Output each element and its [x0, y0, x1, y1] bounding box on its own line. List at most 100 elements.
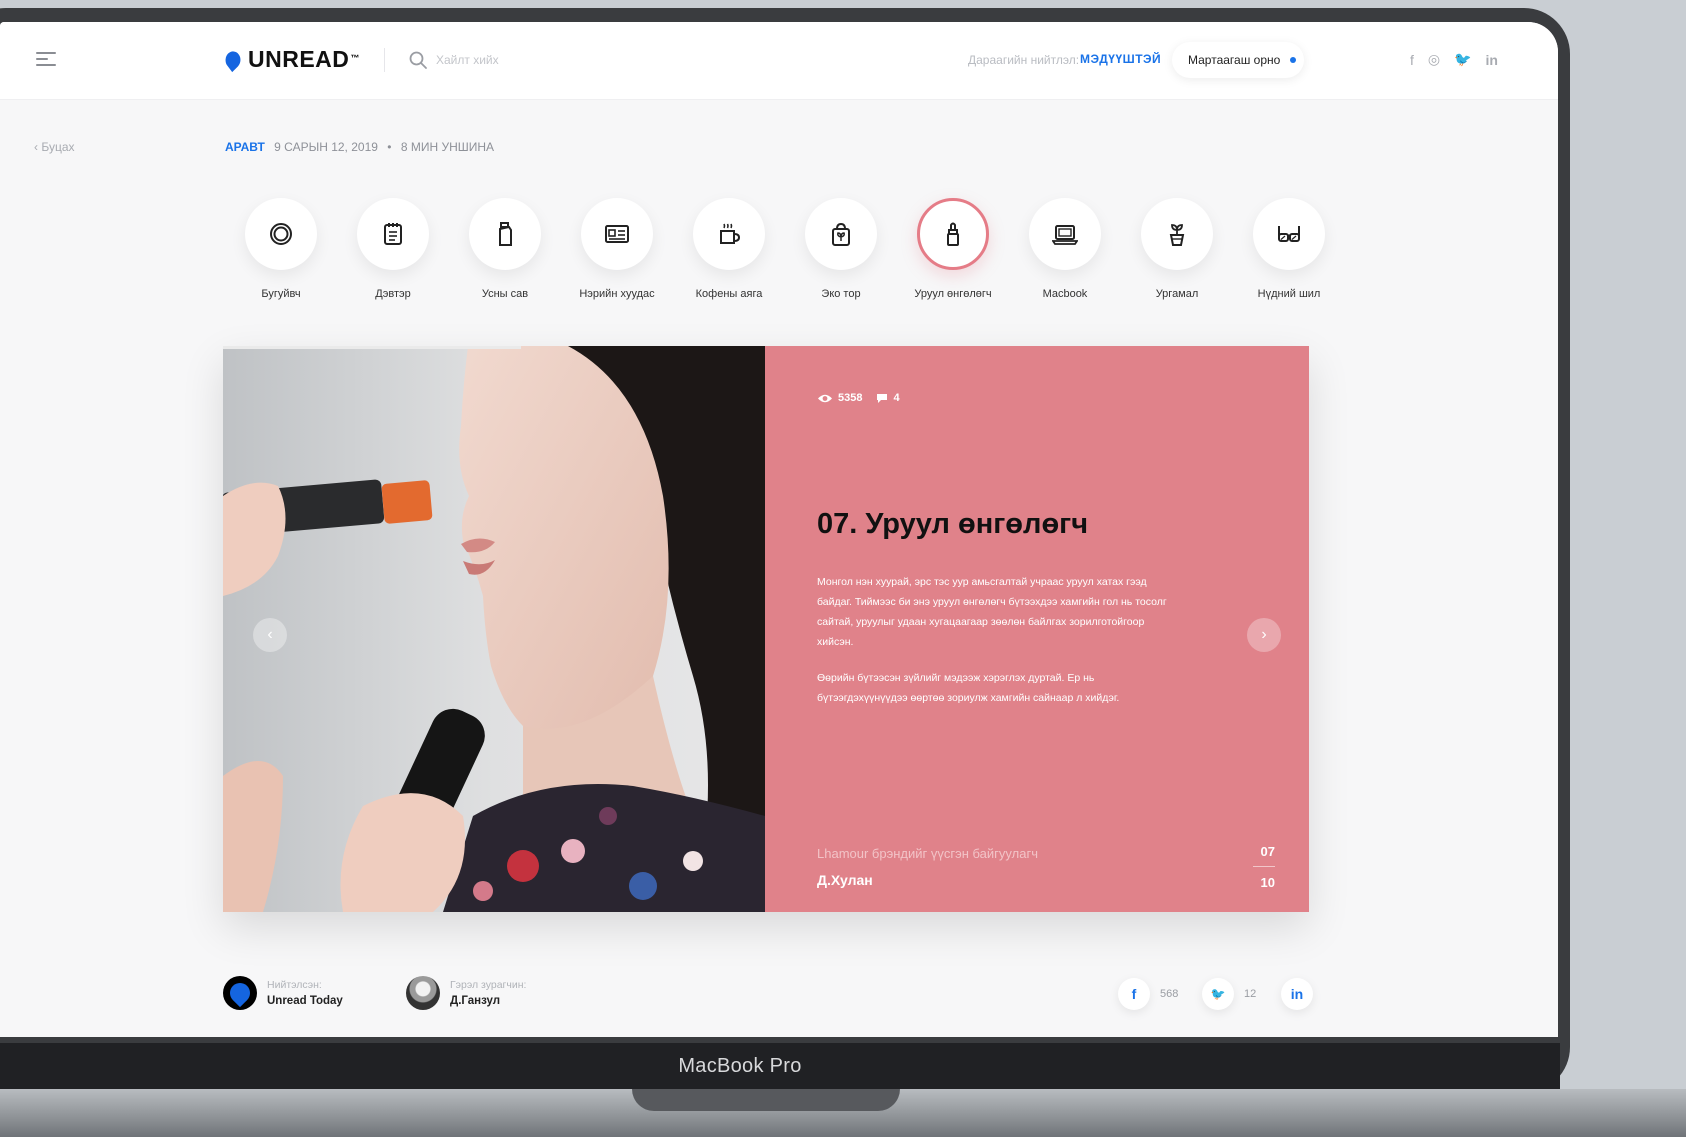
- site-header: UNREAD ™ Дараагийн нийтлэл: МЭДҮҮШТЭЙ Ма…: [0, 22, 1558, 100]
- coffee-cup-icon: [720, 223, 741, 244]
- interviewee-role: Lhamour брэндийг үүсгэн байгуулагч: [817, 846, 1038, 861]
- category-circle[interactable]: [1253, 198, 1325, 270]
- category-circle[interactable]: [693, 198, 765, 270]
- twitter-icon[interactable]: 🐦: [1454, 51, 1471, 68]
- logo-trademark: ™: [350, 52, 360, 63]
- back-link[interactable]: ‹ Буцах: [34, 140, 75, 154]
- comment-count: 4: [893, 392, 900, 404]
- category-label: Нүдний шил: [1257, 288, 1321, 300]
- slide-progress-bar: [223, 346, 765, 349]
- next-article-label: Дараагийн нийтлэл:: [968, 53, 1080, 67]
- category-item-business-card[interactable]: Нэрийн хуудас: [561, 198, 673, 300]
- search-input[interactable]: [436, 48, 636, 72]
- slide-counter: 07 10: [1253, 844, 1275, 890]
- meta-separator: •: [387, 140, 392, 154]
- header-social-links: f ◎ 🐦 in: [1410, 51, 1498, 68]
- share-linkedin[interactable]: in: [1281, 978, 1313, 1010]
- photographer-avatar[interactable]: [406, 976, 440, 1010]
- category-label: Уруул өнгөлөгч: [914, 288, 992, 300]
- interviewee-name: Д.Хулан: [817, 872, 873, 888]
- category-item-lip-balm[interactable]: Уруул өнгөлөгч: [897, 198, 1009, 300]
- featured-slide: ‹ 5358 4 07. Уруул өнгөлөгч Монгол нэн х…: [223, 346, 1309, 912]
- category-label: Macbook: [1042, 288, 1088, 300]
- device-label: MacBook Pro: [678, 1054, 802, 1077]
- toggle-button[interactable]: Мартаагаш орно: [1172, 42, 1304, 78]
- category-circle[interactable]: [805, 198, 877, 270]
- photographer-label: Гэрэл зурагчин:: [450, 979, 527, 991]
- share-twitter[interactable]: 🐦 12: [1202, 978, 1256, 1010]
- category-circle[interactable]: [245, 198, 317, 270]
- hamburger-menu-icon[interactable]: [36, 52, 56, 68]
- category-label: Усны сав: [481, 288, 529, 300]
- ring-icon: [270, 223, 292, 245]
- browser-screen: UNREAD ™ Дараагийн нийтлэл: МЭДҮҮШТЭЙ Ма…: [0, 22, 1558, 1037]
- laptop-chin: MacBook Pro: [0, 1043, 1560, 1089]
- site-logo[interactable]: UNREAD ™: [222, 46, 360, 73]
- slide-progress-fill: [223, 346, 522, 349]
- category-item-plant[interactable]: Ургамал: [1121, 198, 1233, 300]
- photographer-credit: Гэрэл зурагчин: Д.Ганзул: [406, 976, 526, 1010]
- category-item-notebook[interactable]: Дэвтэр: [337, 198, 449, 300]
- laptop-notch: [632, 1089, 900, 1111]
- next-article-link[interactable]: МЭДҮҮШТЭЙ: [1080, 52, 1161, 66]
- laptop-icon: [1052, 225, 1078, 245]
- comment-icon: [877, 393, 888, 403]
- category-circle[interactable]: [357, 198, 429, 270]
- category-item-glasses[interactable]: Нүдний шил: [1233, 198, 1345, 300]
- water-bottle-icon: [499, 222, 512, 246]
- facebook-icon[interactable]: f: [1410, 52, 1414, 68]
- category-circle[interactable]: [469, 198, 541, 270]
- category-item-macbook[interactable]: Macbook: [1009, 198, 1121, 300]
- category-item-bracelet[interactable]: Бугуйвч: [225, 198, 337, 300]
- lip-balm-icon: [947, 222, 959, 246]
- slide-prev-button[interactable]: ‹: [253, 618, 287, 652]
- slide-next-button[interactable]: ›: [1247, 618, 1281, 652]
- toggle-indicator: [1290, 57, 1297, 63]
- facebook-share-icon[interactable]: f: [1118, 978, 1150, 1010]
- category-item-coffee-cup[interactable]: Кофены аяга: [673, 198, 785, 300]
- twitter-share-count: 12: [1244, 988, 1257, 1000]
- publisher-name[interactable]: Unread Today: [267, 995, 343, 1007]
- slide-body: Монгол нэн хуурай, эрс тэс уур амьсгалта…: [817, 572, 1177, 708]
- category-carousel: Бугуйвч Дэвтэр Усны сав Нэрийн хуудас Ко…: [225, 198, 1345, 300]
- article-read-time: 8 МИН УНШИНА: [400, 140, 495, 154]
- category-circle[interactable]: [581, 198, 653, 270]
- eco-bag-icon: [832, 222, 850, 246]
- category-item-water-bottle[interactable]: Усны сав: [449, 198, 561, 300]
- instagram-icon[interactable]: ◎: [1428, 51, 1440, 68]
- lip-balm-photo: [223, 346, 765, 912]
- publisher-label: Нийтэлсэн:: [267, 979, 322, 991]
- category-item-eco-bag[interactable]: Эко тор: [785, 198, 897, 300]
- category-circle[interactable]: [1029, 198, 1101, 270]
- publisher-avatar[interactable]: [223, 976, 257, 1010]
- slide-photo: ‹: [223, 346, 765, 912]
- article-date: 9 САРЫН 12, 2019: [274, 140, 378, 154]
- category-circle[interactable]: [1141, 198, 1213, 270]
- slide-text-panel: 5358 4 07. Уруул өнгөлөгч Монгол нэн хуу…: [765, 346, 1309, 912]
- article-author-link[interactable]: АРАВТ: [225, 140, 265, 154]
- linkedin-share-icon[interactable]: in: [1281, 978, 1313, 1010]
- slide-paragraph: Өөрийн бүтээсэн зүйлийг мэдээж хэрэглэх …: [817, 672, 1120, 704]
- category-label: Кофены аяга: [695, 288, 763, 300]
- category-label: Ургамал: [1155, 288, 1199, 300]
- slide-stats: 5358 4: [817, 392, 900, 404]
- category-label: Бугуйвч: [261, 288, 301, 300]
- view-count: 5358: [838, 392, 863, 404]
- publisher-credit: Нийтэлсэн: Unread Today: [223, 976, 343, 1010]
- plant-icon: [1169, 224, 1185, 246]
- toggle-label: Мартаагаш орно: [1188, 53, 1281, 67]
- share-facebook[interactable]: f 568: [1118, 978, 1178, 1010]
- linkedin-icon[interactable]: in: [1486, 52, 1498, 68]
- logo-text: UNREAD: [248, 46, 350, 72]
- article-meta: АРАВТ 9 САРЫН 12, 2019 • 8 МИН УНШИНА: [225, 140, 494, 154]
- glasses-icon: [1278, 226, 1300, 242]
- photographer-name[interactable]: Д.Ганзул: [450, 995, 526, 1007]
- facebook-share-count: 568: [1160, 988, 1179, 1000]
- category-circle-active[interactable]: [917, 198, 989, 270]
- logo-mark-icon: [222, 47, 244, 72]
- search-icon[interactable]: [408, 50, 428, 70]
- twitter-share-icon[interactable]: 🐦: [1202, 978, 1234, 1010]
- slide-current-index: 07: [1260, 844, 1275, 859]
- category-label: Дэвтэр: [375, 288, 411, 300]
- eye-icon: [818, 394, 832, 402]
